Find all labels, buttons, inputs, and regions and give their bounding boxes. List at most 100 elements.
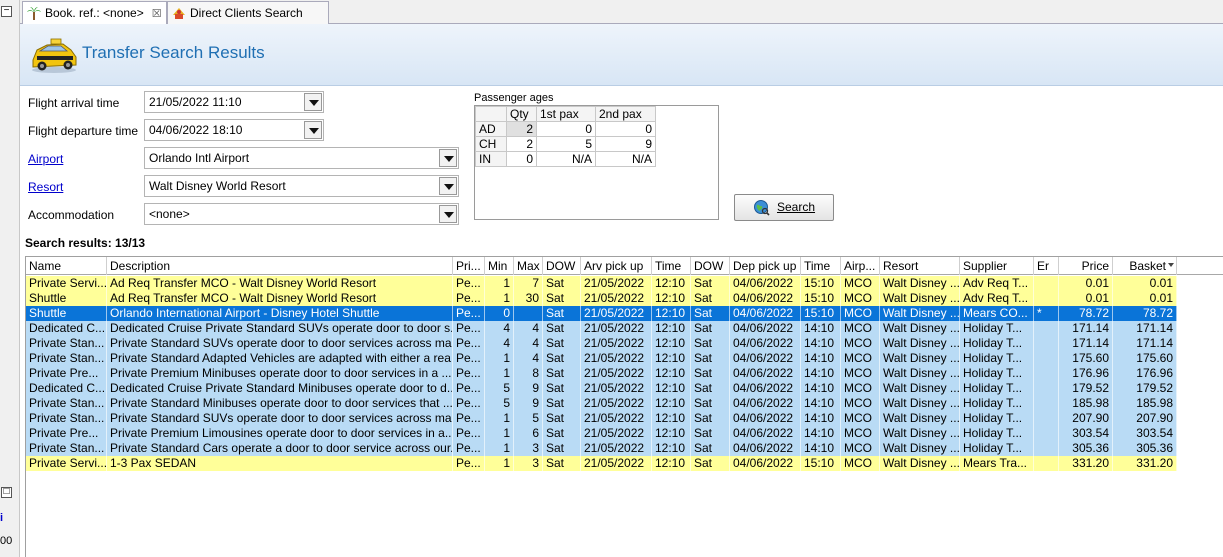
dropdown-arrow-icon[interactable]	[304, 93, 322, 111]
cell-col-basket: 0.01	[1113, 291, 1177, 306]
cell-col-max: 3	[514, 456, 543, 471]
cell-col-price: 331.20	[1059, 456, 1113, 471]
header-col-dep-pick-up[interactable]: Dep pick up	[730, 257, 801, 275]
header-col-resort[interactable]: Resort	[880, 257, 960, 275]
header-col-basket[interactable]: Basket	[1113, 257, 1177, 275]
cell-col-dep-pick-up: 04/06/2022	[730, 396, 801, 411]
grid-header: Name Description Pri... Min Max DOW Arv pick u…	[26, 257, 1223, 275]
cell-col-dow-2: Sat	[691, 426, 730, 441]
header-col-max[interactable]: Max	[514, 257, 543, 275]
cell-col-dow: Sat	[543, 351, 581, 366]
cell-col-dow-2: Sat	[691, 411, 730, 426]
table-row[interactable]: Dedicated C... Dedicated Cruise Private S…	[26, 321, 1177, 336]
collapse-icon[interactable]: −	[1, 6, 12, 17]
header-col-supplier[interactable]: Supplier	[960, 257, 1034, 275]
header-col-price[interactable]: Price	[1059, 257, 1113, 275]
header-col-min[interactable]: Min	[485, 257, 514, 275]
search-button[interactable]: Search	[734, 194, 834, 221]
results-grid[interactable]: Name Description Pri... Min Max DOW Arv pick u…	[25, 256, 1223, 557]
pax-age-cell[interactable]: 0	[595, 121, 656, 137]
pax-qty-cell[interactable]: 2	[506, 121, 537, 137]
header-col-dow-2[interactable]: DOW	[691, 257, 730, 275]
cell-col-supplier: Adv Req T...	[960, 276, 1034, 291]
table-row[interactable]: Shuttle Ad Req Transfer MCO - Walt Disney…	[26, 291, 1177, 306]
table-row[interactable]: Private Servi... Ad Req Transfer MCO - Wa…	[26, 276, 1177, 291]
table-row[interactable]: Private Pre... Private Premium Limousines…	[26, 426, 1177, 441]
cell-col-min: 0	[485, 306, 514, 321]
cell-col-dow-2: Sat	[691, 456, 730, 471]
cell-col-resort: Walt Disney ...	[880, 291, 960, 306]
cell-col-dow-2: Sat	[691, 306, 730, 321]
table-row[interactable]: Private Stan... Private Standard SUVs ope…	[26, 336, 1177, 351]
cell-col-er	[1034, 411, 1059, 426]
pax-qty-cell[interactable]: 2	[506, 136, 537, 152]
cell-col-min: 1	[485, 426, 514, 441]
pax-header-corner	[475, 106, 507, 122]
pax-header-2nd: 2nd pax	[595, 106, 656, 122]
palm-tree-icon	[27, 7, 41, 20]
tab-booking-ref[interactable]: Book. ref.: <none> ☒	[22, 1, 167, 25]
pax-age-cell[interactable]: N/A	[536, 151, 596, 167]
cell-col-description: Dedicated Cruise Private Standard Minibu…	[107, 381, 453, 396]
close-icon[interactable]: ☒	[152, 8, 162, 20]
dropdown-arrow-icon[interactable]	[439, 149, 457, 167]
dropdown-arrow-icon[interactable]	[439, 205, 457, 223]
departure-time-field[interactable]: 04/06/2022 18:10	[144, 119, 324, 141]
cell-col-supplier: Adv Req T...	[960, 291, 1034, 306]
table-row[interactable]: Shuttle Orlando International Airport - D…	[26, 306, 1177, 321]
cell-col-min: 5	[485, 381, 514, 396]
cell-col-name: Private Stan...	[26, 351, 107, 366]
cell-col-dow: Sat	[543, 411, 581, 426]
header-col-er[interactable]: Er	[1034, 257, 1059, 275]
cell-col-time-2: 15:10	[801, 276, 841, 291]
pax-qty-cell[interactable]: 0	[506, 151, 537, 167]
cell-col-dep-pick-up: 04/06/2022	[730, 441, 801, 456]
airport-select[interactable]: Orlando Intl Airport	[144, 147, 459, 169]
passenger-ages-grid[interactable]: Qty 1st pax 2nd pax AD 2 0 0 CH 2 5 9 IN…	[474, 105, 719, 220]
header-col-dow[interactable]: DOW	[543, 257, 581, 275]
resort-link[interactable]: Resort	[28, 180, 63, 194]
cell-col-description: Private Standard Cars operate a door to …	[107, 441, 453, 456]
cell-col-dow: Sat	[543, 336, 581, 351]
cell-col-min: 1	[485, 351, 514, 366]
table-row[interactable]: Private Stan... Private Standard Minibuse…	[26, 396, 1177, 411]
header-col-description[interactable]: Description	[107, 257, 453, 275]
airport-link[interactable]: Airport	[28, 152, 63, 166]
cell-col-airport: MCO	[841, 456, 880, 471]
cell-col-name: Private Stan...	[26, 396, 107, 411]
header-col-priority[interactable]: Pri...	[453, 257, 485, 275]
header-col-time[interactable]: Time	[652, 257, 691, 275]
header-col-arv-pick-up[interactable]: Arv pick up	[581, 257, 652, 275]
dropdown-arrow-icon[interactable]	[304, 121, 322, 139]
cell-col-arv-pick-up: 21/05/2022	[581, 306, 652, 321]
search-results-count: Search results: 13/13	[25, 236, 146, 250]
cell-col-dep-pick-up: 04/06/2022	[730, 426, 801, 441]
pax-age-cell[interactable]: 0	[536, 121, 596, 137]
cell-col-max: 3	[514, 441, 543, 456]
dropdown-arrow-icon[interactable]	[439, 177, 457, 195]
table-row[interactable]: Private Stan... Private Standard Adapted …	[26, 351, 1177, 366]
cell-col-supplier: Mears Tra...	[960, 456, 1034, 471]
header-col-time-2[interactable]: Time	[801, 257, 841, 275]
pax-age-cell[interactable]: 9	[595, 136, 656, 152]
table-row[interactable]: Private Stan... Private Standard Cars ope…	[26, 441, 1177, 456]
arrival-time-field[interactable]: 21/05/2022 11:10	[144, 91, 324, 113]
tab-direct-clients-search[interactable]: Direct Clients Search	[167, 1, 329, 24]
table-row[interactable]: Private Stan... Private Standard SUVs ope…	[26, 411, 1177, 426]
table-row[interactable]: Dedicated C... Dedicated Cruise Private S…	[26, 381, 1177, 396]
pax-age-cell[interactable]: 5	[536, 136, 596, 152]
cell-col-price: 171.14	[1059, 321, 1113, 336]
pax-row-type: AD	[475, 121, 507, 137]
table-row[interactable]: Private Pre... Private Premium Minibuses …	[26, 366, 1177, 381]
cell-col-er	[1034, 276, 1059, 291]
table-row[interactable]: Private Servi... 1-3 Pax SEDAN Pe... 1 3 Sat 2…	[26, 456, 1177, 471]
cell-col-description: Private Premium Limousines operate door …	[107, 426, 453, 441]
cell-col-airport: MCO	[841, 411, 880, 426]
header-col-airport[interactable]: Airp...	[841, 257, 880, 275]
pax-age-cell[interactable]: N/A	[595, 151, 656, 167]
cell-col-dow: Sat	[543, 291, 581, 306]
header-col-name[interactable]: Name	[26, 257, 107, 275]
resort-select[interactable]: Walt Disney World Resort	[144, 175, 459, 197]
accommodation-select[interactable]: <none>	[144, 203, 459, 225]
restore-icon[interactable]: □	[1, 487, 12, 498]
